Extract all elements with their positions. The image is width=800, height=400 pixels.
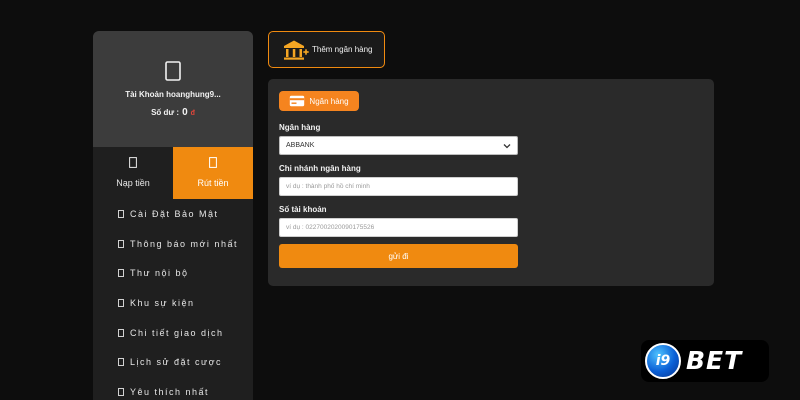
sidebar: Tài Khoản hoanghung9... Số dư : 0 đ Nạp … [93,31,253,400]
mail-icon [118,269,124,278]
brand-logo: i9 BET [641,340,769,382]
bell-icon [118,239,124,248]
chevron-down-icon [503,143,511,148]
account-card: Tài Khoản hoanghung9... Số dư : 0 đ [93,31,253,147]
bank-plus-icon [284,40,309,60]
balance-value: 0 [182,107,188,118]
heart-icon [118,388,124,396]
balance-currency: đ [190,110,195,117]
submit-button[interactable]: gửi đi [279,244,518,268]
balance: Số dư : 0 đ [151,107,195,118]
sidebar-item-favorites[interactable]: Yêu thích nhất [93,377,253,400]
tab-deposit-label: Nạp tiền [116,178,150,188]
tab-bank[interactable]: Ngân hàng [279,91,359,111]
branch-field-label: Chi nhánh ngân hàng [279,164,361,173]
sidebar-item-label: Cài Đặt Bảo Mật [130,208,219,219]
tab-withdraw-label: Rút tiền [197,178,229,188]
account-number-input[interactable] [279,218,518,237]
sidebar-item-events[interactable]: Khu sự kiện [93,288,253,318]
sidebar-item-transactions[interactable]: Chi tiết giao dịch [93,318,253,348]
sidebar-item-bet-history[interactable]: Lịch sử đặt cược [93,347,253,377]
sidebar-item-label: Chi tiết giao dịch [130,327,224,338]
tab-withdraw[interactable]: Rút tiền [173,147,253,199]
logo-mark-text: i9 [655,353,671,369]
bank-select[interactable]: ABBANK [279,136,518,155]
sidebar-item-inbox[interactable]: Thư nội bộ [93,258,253,288]
add-bank-label: Thêm ngân hàng [312,45,373,54]
account-number-label: Số tài khoản [279,205,327,214]
sidebar-item-label: Thông báo mới nhất [130,238,238,249]
logo-text: BET [686,346,743,375]
list-icon [118,328,124,337]
gift-icon [118,298,124,307]
sidebar-item-label: Lịch sử đặt cược [130,357,222,368]
account-name: Tài Khoản hoanghung9... [125,90,221,99]
sidebar-menu: Cài Đặt Bảo Mật Thông báo mới nhất Thư n… [93,199,253,400]
sidebar-item-label: Thư nội bộ [130,268,189,279]
withdraw-icon [209,157,217,168]
shield-icon [118,209,124,218]
history-icon [118,358,124,367]
logo-mark: i9 [645,343,681,379]
tab-deposit[interactable]: Nạp tiền [93,147,173,199]
sidebar-item-notifications[interactable]: Thông báo mới nhất [93,229,253,259]
add-bank-button[interactable]: Thêm ngân hàng [268,31,385,68]
sidebar-item-label: Yêu thích nhất [130,386,210,397]
balance-label: Số dư : [151,108,180,117]
sidebar-item-security[interactable]: Cài Đặt Bảo Mật [93,199,253,229]
bank-field-label: Ngân hàng [279,123,321,132]
sidebar-item-label: Khu sự kiện [130,297,195,308]
wallet-tabs: Nạp tiền Rút tiền [93,147,253,199]
card-icon [290,95,305,107]
phone-icon [165,61,181,81]
deposit-icon [129,157,137,168]
tab-bank-label: Ngân hàng [309,96,349,106]
branch-input[interactable] [279,177,518,196]
bank-select-value: ABBANK [286,142,315,149]
